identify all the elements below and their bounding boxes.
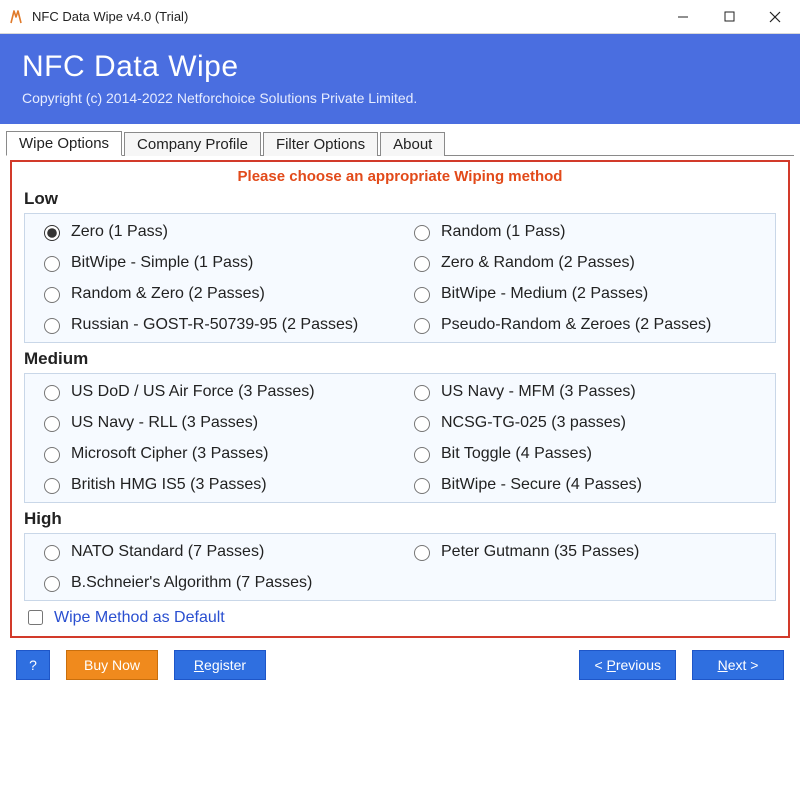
wipe-method-label: BitWipe - Medium (2 Passes) <box>441 285 648 303</box>
wipe-method-option[interactable]: Bit Toggle (4 Passes) <box>409 444 761 463</box>
window-title: NFC Data Wipe v4.0 (Trial) <box>32 9 188 24</box>
help-button-label: ? <box>29 657 37 673</box>
wipe-method-radio[interactable] <box>44 416 60 432</box>
wipe-method-radio[interactable] <box>414 287 430 303</box>
group-title-medium: Medium <box>24 349 776 369</box>
wipe-method-label: Peter Gutmann (35 Passes) <box>441 543 639 561</box>
next-label: Next > <box>718 657 759 673</box>
wipe-method-label: US DoD / US Air Force (3 Passes) <box>71 383 315 401</box>
buy-now-label: Buy Now <box>84 657 140 673</box>
wipe-method-radio[interactable] <box>414 545 430 561</box>
wipe-method-radio[interactable] <box>414 416 430 432</box>
wipe-method-label: Zero & Random (2 Passes) <box>441 254 635 272</box>
wipe-method-default-checkbox[interactable]: Wipe Method as Default <box>24 607 776 628</box>
wipe-method-radio[interactable] <box>44 576 60 592</box>
group-box-high: NATO Standard (7 Passes) Peter Gutmann (3… <box>24 533 776 601</box>
wipe-method-label: Bit Toggle (4 Passes) <box>441 445 592 463</box>
wipe-method-radio[interactable] <box>44 256 60 272</box>
wipe-method-option[interactable]: Random & Zero (2 Passes) <box>39 284 391 303</box>
titlebar: NFC Data Wipe v4.0 (Trial) <box>0 0 800 34</box>
tab-label: Filter Options <box>276 136 365 153</box>
wipe-method-option[interactable]: British HMG IS5 (3 Passes) <box>39 475 391 494</box>
wipe-method-label: US Navy - RLL (3 Passes) <box>71 414 258 432</box>
wipe-method-label: NCSG-TG-025 (3 passes) <box>441 414 626 432</box>
wipe-method-label: British HMG IS5 (3 Passes) <box>71 476 267 494</box>
wipe-method-radio[interactable] <box>44 447 60 463</box>
panel-hint: Please choose an appropriate Wiping meth… <box>24 168 776 185</box>
wipe-method-label: Microsoft Cipher (3 Passes) <box>71 445 268 463</box>
previous-button[interactable]: < Previous <box>579 650 676 680</box>
tab-bar: Wipe Options Company Profile Filter Option… <box>0 124 800 155</box>
wipe-method-option[interactable]: Zero (1 Pass) <box>39 222 391 241</box>
app-icon <box>8 9 24 25</box>
buy-now-button[interactable]: Buy Now <box>66 650 158 680</box>
previous-label: < Previous <box>594 657 661 673</box>
wipe-method-option[interactable]: NCSG-TG-025 (3 passes) <box>409 413 761 432</box>
wipe-method-label: BitWipe - Simple (1 Pass) <box>71 254 253 272</box>
window-maximize-button[interactable] <box>706 1 752 33</box>
wipe-method-radio[interactable] <box>44 287 60 303</box>
wipe-method-radio[interactable] <box>414 318 430 334</box>
tab-company-profile[interactable]: Company Profile <box>124 132 261 156</box>
wipe-method-radio[interactable] <box>414 478 430 494</box>
wipe-method-option[interactable]: BitWipe - Secure (4 Passes) <box>409 475 761 494</box>
footer-bar: ? Buy Now Register < Previous Next > <box>0 638 800 692</box>
wipe-method-option[interactable]: US Navy - RLL (3 Passes) <box>39 413 391 432</box>
wipe-method-option[interactable]: Russian - GOST-R-50739-95 (2 Passes) <box>39 315 391 334</box>
wipe-method-radio[interactable] <box>414 385 430 401</box>
wipe-method-radio[interactable] <box>44 478 60 494</box>
wipe-method-option[interactable]: Pseudo-Random & Zeroes (2 Passes) <box>409 315 761 334</box>
group-title-low: Low <box>24 189 776 209</box>
wipe-method-radio[interactable] <box>414 256 430 272</box>
tab-wipe-options[interactable]: Wipe Options <box>6 131 122 156</box>
help-button[interactable]: ? <box>16 650 50 680</box>
group-title-high: High <box>24 509 776 529</box>
wipe-method-option[interactable]: Microsoft Cipher (3 Passes) <box>39 444 391 463</box>
wipe-method-label: Random & Zero (2 Passes) <box>71 285 265 303</box>
wipe-method-option[interactable]: BitWipe - Simple (1 Pass) <box>39 253 391 272</box>
group-box-medium: US DoD / US Air Force (3 Passes) US Navy … <box>24 373 776 503</box>
wipe-method-option[interactable]: Zero & Random (2 Passes) <box>409 253 761 272</box>
wipe-method-label: US Navy - MFM (3 Passes) <box>441 383 636 401</box>
wipe-method-radio[interactable] <box>414 447 430 463</box>
wipe-method-label: BitWipe - Secure (4 Passes) <box>441 476 642 494</box>
wipe-method-option[interactable]: B.Schneier's Algorithm (7 Passes) <box>39 573 391 592</box>
copyright-text: Copyright (c) 2014-2022 Netforchoice Sol… <box>22 90 778 106</box>
wipe-method-label: Russian - GOST-R-50739-95 (2 Passes) <box>71 316 358 334</box>
wipe-method-option[interactable]: Random (1 Pass) <box>409 222 761 241</box>
wipe-method-label: B.Schneier's Algorithm (7 Passes) <box>71 574 312 592</box>
wipe-method-radio[interactable] <box>414 225 430 241</box>
wipe-method-label: NATO Standard (7 Passes) <box>71 543 264 561</box>
product-name: NFC Data Wipe <box>22 50 778 84</box>
group-box-low: Zero (1 Pass) Random (1 Pass) BitWipe - Si… <box>24 213 776 343</box>
tab-about[interactable]: About <box>380 132 445 156</box>
wipe-method-default-label: Wipe Method as Default <box>54 609 225 627</box>
app-header: NFC Data Wipe Copyright (c) 2014-2022 Ne… <box>0 34 800 124</box>
wipe-options-panel: Please choose an appropriate Wiping meth… <box>10 160 790 638</box>
tab-label: About <box>393 136 432 153</box>
wipe-method-option[interactable]: NATO Standard (7 Passes) <box>39 542 391 561</box>
register-button[interactable]: Register <box>174 650 266 680</box>
register-label: Register <box>194 657 246 673</box>
wipe-method-option[interactable]: BitWipe - Medium (2 Passes) <box>409 284 761 303</box>
wipe-method-radio[interactable] <box>44 545 60 561</box>
wipe-method-label: Random (1 Pass) <box>441 223 566 241</box>
wipe-method-radio[interactable] <box>44 385 60 401</box>
wipe-method-label: Zero (1 Pass) <box>71 223 168 241</box>
next-button[interactable]: Next > <box>692 650 784 680</box>
wipe-method-default-checkbox-input[interactable] <box>28 610 43 625</box>
wipe-method-option[interactable]: US DoD / US Air Force (3 Passes) <box>39 382 391 401</box>
wipe-method-option[interactable]: US Navy - MFM (3 Passes) <box>409 382 761 401</box>
wipe-method-radio[interactable] <box>44 225 60 241</box>
window-minimize-button[interactable] <box>660 1 706 33</box>
tab-label: Wipe Options <box>19 135 109 152</box>
wipe-method-option[interactable]: Peter Gutmann (35 Passes) <box>409 542 761 561</box>
tab-filter-options[interactable]: Filter Options <box>263 132 378 156</box>
wipe-method-label: Pseudo-Random & Zeroes (2 Passes) <box>441 316 711 334</box>
wipe-method-radio[interactable] <box>44 318 60 334</box>
tab-label: Company Profile <box>137 136 248 153</box>
window-close-button[interactable] <box>752 1 798 33</box>
